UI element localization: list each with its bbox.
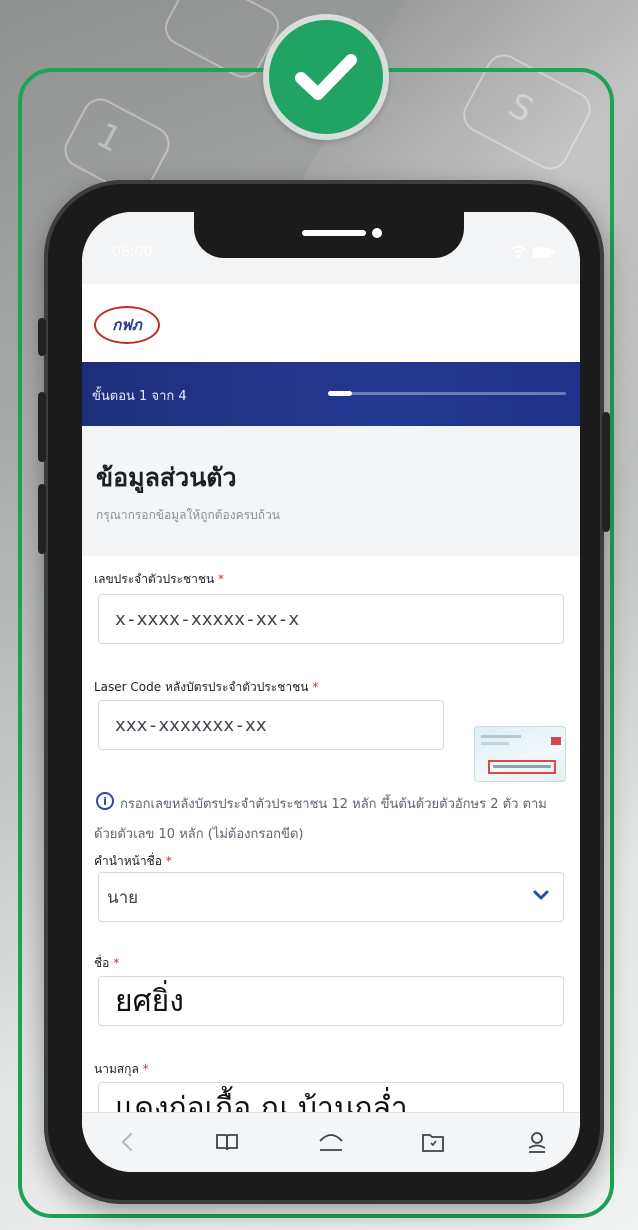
title-selected-value: นาย [107, 887, 139, 908]
required-mark: * [113, 956, 120, 970]
laser-code-hint: กรอกเลขหลังบัตรประจำตัวประชาชน 12 หลัก ข… [94, 797, 547, 842]
last-name-label-text: นามสกุล [94, 1062, 139, 1076]
first-name-input[interactable]: ยศยิ่ง [98, 976, 564, 1026]
pea-logo[interactable]: กฟภ [94, 306, 160, 344]
id-card-illustration [481, 735, 561, 774]
step-label: ขั้นตอน 1 จาก 4 [92, 389, 187, 404]
phone-notch [194, 212, 464, 258]
bookmarks-button[interactable] [212, 1127, 242, 1157]
phone-volume-up [38, 392, 46, 462]
phone-volume-down [38, 484, 46, 554]
wifi-icon [510, 246, 526, 258]
section-header: ข้อมูลส่วนตัว กรุณากรอกข้อมูลให้ถูกต้องค… [82, 426, 580, 556]
title-select[interactable]: นาย [98, 872, 564, 922]
title-label-text: คำนำหน้าชื่อ [94, 854, 162, 868]
cloud-icon [319, 1134, 343, 1151]
status-icons [510, 246, 554, 258]
section-title: ข้อมูลส่วนตัว [96, 463, 237, 492]
back-button[interactable] [112, 1127, 142, 1157]
id-number-input[interactable]: x-xxxx-xxxxx-xx-x [98, 594, 564, 644]
status-time: 08:00 [112, 244, 153, 260]
laser-code-label-text: Laser Code หลังบัตรประจำตัวประชาชน [94, 680, 309, 694]
step-progress-bar: ขั้นตอน 1 จาก 4 [82, 362, 580, 426]
first-name-label-text: ชื่อ [94, 956, 110, 970]
logo-text: กฟภ [112, 316, 142, 334]
book-icon [216, 1134, 238, 1151]
step-track [328, 391, 566, 396]
share-button[interactable] [316, 1127, 346, 1157]
required-mark: * [312, 680, 319, 694]
laser-code-input[interactable]: xxx-xxxxxxx-xx [98, 700, 444, 750]
tabs-button[interactable] [418, 1127, 448, 1157]
phone-power-button [602, 412, 610, 532]
battery-icon [532, 247, 554, 257]
step-fill [328, 391, 352, 396]
phone-screen: 08:00 กฟภ ขั้นตอน 1 จาก 4 ข้อมูลส่วนตัว … [82, 212, 580, 1172]
front-camera [372, 228, 382, 238]
section-subtitle: กรุณากรอกข้อมูลให้ถูกต้องครบถ้วน [96, 508, 280, 522]
back-icon [121, 1132, 133, 1152]
browser-toolbar [82, 1112, 580, 1172]
required-mark: * [218, 572, 225, 586]
id-number-label: เลขประจำตัวประชาชน * [94, 570, 224, 589]
required-mark: * [142, 1062, 149, 1076]
speaker-grille [302, 230, 366, 236]
last-name-label: นามสกุล * [94, 1060, 149, 1079]
account-button[interactable] [522, 1127, 552, 1157]
id-card-back-thumbnail [474, 726, 566, 782]
first-name-label: ชื่อ * [94, 954, 119, 973]
laser-code-label: Laser Code หลังบัตรประจำตัวประชาชน * [94, 678, 318, 697]
success-badge [263, 14, 389, 140]
user-icon [528, 1132, 546, 1153]
folder-icon [422, 1134, 444, 1152]
id-number-label-text: เลขประจำตัวประชาชน [94, 572, 215, 586]
chevron-down-icon [533, 890, 549, 900]
laser-code-placeholder: xxx-xxxxxxx-xx [115, 714, 267, 736]
phone-device: 08:00 กฟภ ขั้นตอน 1 จาก 4 ข้อมูลส่วนตัว … [38, 180, 610, 1204]
required-mark: * [165, 854, 172, 868]
title-label: คำนำหน้าชื่อ * [94, 852, 172, 871]
check-icon [295, 54, 357, 100]
id-number-placeholder: x-xxxx-xxxxx-xx-x [115, 608, 300, 630]
first-name-value: ยศยิ่ง [115, 983, 184, 1019]
phone-mute-switch [38, 318, 46, 356]
app-header: กฟภ [82, 284, 580, 362]
